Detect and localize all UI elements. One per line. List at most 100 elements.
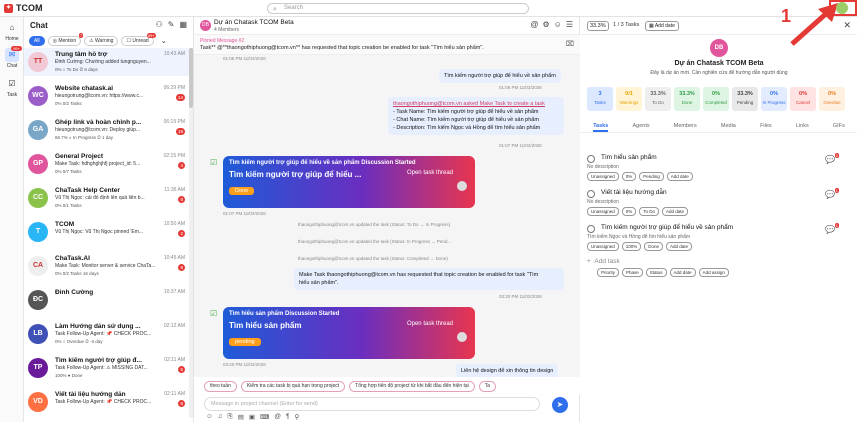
task-tag[interactable]: Pending bbox=[639, 172, 664, 181]
tab-gifs[interactable]: GIFs bbox=[833, 120, 845, 132]
filter-expand-icon[interactable]: ⌄ bbox=[161, 37, 167, 45]
task-chat-icon[interactable]: 💬 2 bbox=[825, 153, 839, 164]
mention-icon[interactable]: @ bbox=[274, 413, 281, 421]
send-button[interactable]: ➤ bbox=[552, 397, 568, 413]
task-tag[interactable]: Add date bbox=[666, 242, 693, 251]
link-icon[interactable]: ⚲ bbox=[295, 413, 300, 421]
list-item[interactable]: CA ChaTask.AI 10:45 AM Make Task: Monitor s… bbox=[24, 252, 193, 280]
stat-tile[interactable]: 0% In Progress bbox=[761, 87, 787, 111]
tab-media[interactable]: Media bbox=[721, 120, 736, 132]
grid-icon[interactable]: ▦ bbox=[179, 20, 187, 29]
open-task-thread-link[interactable]: Open task thread bbox=[407, 170, 453, 176]
task-row[interactable]: Viết tài liệu hướng dẫn No description Una… bbox=[587, 188, 853, 219]
list-item[interactable]: T TCOM 10:50 AM Vũ Thị Ngọc: Vũ Thị Ngọc pi… bbox=[24, 218, 193, 246]
file-icon[interactable]: ▤ bbox=[238, 413, 244, 421]
attach-icon[interactable]: ⎘ bbox=[228, 413, 233, 421]
suggestion-chip[interactable]: theo tuần bbox=[204, 381, 237, 392]
stat-tile[interactable]: 0/1 Warnings bbox=[616, 87, 642, 111]
new-chat-icon[interactable]: ✎ bbox=[168, 20, 175, 29]
task-row[interactable]: Tìm kiếm người trợ giúp để hiểu về sản p… bbox=[587, 223, 853, 254]
suggestion-chip[interactable]: Ta bbox=[478, 381, 497, 392]
filter-warning[interactable]: ⚠ Warning bbox=[84, 36, 119, 46]
tab-agents[interactable]: Agents bbox=[632, 120, 649, 132]
tab-files[interactable]: Files bbox=[760, 120, 772, 132]
add-task-input[interactable]: + Add task bbox=[587, 258, 853, 265]
mic-icon[interactable]: ♫ bbox=[218, 413, 223, 421]
stat-tile[interactable]: 33.3% Done bbox=[674, 87, 700, 111]
status-tag[interactable]: Status bbox=[645, 268, 667, 277]
open-task-thread-link[interactable]: Open task thread bbox=[407, 321, 453, 327]
list-item[interactable]: GA Ghép link và hoàn chỉnh p... 06:19 PM hi… bbox=[24, 116, 193, 144]
task-tag[interactable]: Unassigned bbox=[587, 172, 619, 181]
rail-task[interactable]: ☑ Task bbox=[2, 77, 22, 98]
task-tag[interactable]: 0% bbox=[621, 207, 637, 216]
stat-tile[interactable]: 0% Overdue bbox=[819, 87, 845, 111]
ai-icon[interactable]: ⚙ bbox=[542, 20, 549, 29]
list-item[interactable]: WC Website chatask.ai 06:29 PM hieungotrung… bbox=[24, 82, 193, 110]
chat-list-scrollbar[interactable] bbox=[189, 48, 193, 418]
format-icon[interactable]: ¶ bbox=[286, 413, 290, 421]
gif-icon[interactable]: ▣ bbox=[249, 413, 255, 421]
task-checkbox[interactable] bbox=[587, 190, 595, 198]
stat-tile[interactable]: 3 Tasks bbox=[587, 87, 613, 111]
global-search-input[interactable]: ⌕ Search bbox=[267, 3, 529, 14]
task-discussion-card-2[interactable]: Tìm hiểu sản phẩm Discussion Started Tìm… bbox=[223, 307, 475, 359]
suggestion-chip[interactable]: Tổng hợp tiến độ project từ khi bắt đầu … bbox=[349, 381, 475, 392]
list-item[interactable]: LB Làm Hướng dẫn sử dụng ... 02:12 AM Task … bbox=[24, 320, 193, 348]
project-avatar[interactable]: DB bbox=[200, 20, 211, 31]
user-avatar[interactable] bbox=[836, 2, 848, 14]
close-icon[interactable]: ✕ bbox=[843, 20, 851, 31]
stat-tile[interactable]: 0% Cancel bbox=[790, 87, 816, 111]
stat-tile[interactable]: 33.3% Pending bbox=[732, 87, 758, 111]
bot-icon[interactable]: ☺ bbox=[554, 20, 562, 29]
task-checkbox[interactable] bbox=[587, 225, 595, 233]
conversation-time: 06:29 PM bbox=[163, 85, 185, 91]
filter-unread[interactable]: ☐ Unread 99+ bbox=[121, 33, 156, 46]
add-assign-tag[interactable]: Add assign bbox=[698, 268, 729, 277]
add-date-tag[interactable]: Add date bbox=[669, 268, 696, 277]
task-checkbox[interactable] bbox=[587, 155, 595, 163]
tab-members[interactable]: Members bbox=[674, 120, 697, 132]
list-item[interactable]: GP General Project 02:15 PM Make Task: hdhg… bbox=[24, 150, 193, 178]
task-row[interactable]: Tìm hiểu sản phẩm No description Unassigne… bbox=[587, 153, 853, 184]
message-input[interactable]: Message in project channel (Enter for se… bbox=[204, 397, 540, 411]
task-tag[interactable]: Unassigned bbox=[587, 242, 619, 251]
list-item[interactable]: VD Viết tài liệu hướng dẫn 02:11 AM Task Fo… bbox=[24, 388, 193, 416]
task-tag[interactable]: Done bbox=[644, 242, 664, 251]
emoji-icon[interactable]: ☺ bbox=[206, 413, 213, 421]
task-tag[interactable]: Add date bbox=[662, 207, 689, 216]
stat-tile[interactable]: 33.3% To Do bbox=[645, 87, 671, 111]
suggestion-chip[interactable]: Kiểm tra các task bị quá hạn trong proje… bbox=[240, 381, 346, 392]
task-discussion-card-1[interactable]: Tìm kiếm người trợ giúp để hiểu về sản p… bbox=[223, 156, 475, 208]
priority-tag[interactable]: Priority bbox=[597, 268, 620, 277]
list-item[interactable]: ĐC Đinh Cường 10:37 AM bbox=[24, 286, 193, 314]
list-item[interactable]: TP Tìm kiếm người trợ giúp đ... 02:11 AM Ta… bbox=[24, 354, 193, 382]
chat-list-panel: Chat ⚇ ✎ ▦ All ◎ Mention 7 ⚠ Warning ☐ Un… bbox=[24, 17, 194, 422]
rail-home[interactable]: ⌂ Home bbox=[2, 21, 22, 42]
task-tag[interactable]: Unassigned bbox=[587, 207, 619, 216]
add-user-icon[interactable]: ⚇ bbox=[156, 20, 163, 29]
task-tag[interactable]: Add date bbox=[666, 172, 693, 181]
rail-chat[interactable]: ✉ 99+ Chat bbox=[2, 46, 22, 69]
task-tag[interactable]: 100% bbox=[621, 242, 642, 251]
stat-tile[interactable]: 0% Completed bbox=[703, 87, 729, 111]
task-tag[interactable]: To Do bbox=[639, 207, 660, 216]
task-list-icon[interactable]: ☰ bbox=[566, 20, 573, 29]
add-date-button[interactable]: ▦ Add date bbox=[645, 21, 679, 31]
tab-links[interactable]: Links bbox=[796, 120, 809, 132]
member-count[interactable]: 4 Members bbox=[214, 27, 239, 33]
filter-all[interactable]: All bbox=[29, 36, 45, 46]
conversation-preview: Đinh Cường: Chường added tungnguyen... bbox=[55, 59, 151, 65]
task-chat-icon[interactable]: 💬 1 bbox=[825, 223, 839, 234]
code-icon[interactable]: ⌨ bbox=[260, 413, 269, 421]
filter-mention[interactable]: ◎ Mention 7 bbox=[47, 33, 84, 46]
tab-tasks[interactable]: Tasks bbox=[593, 120, 609, 132]
at-icon[interactable]: @ bbox=[530, 20, 538, 29]
list-item[interactable]: TT Trung tâm hỗ trợ 10:43 AM Đinh Cường: Ch… bbox=[24, 48, 193, 76]
pinned-message[interactable]: Pinned Message #2 Task** @**thaongothiph… bbox=[194, 35, 580, 55]
phase-tag[interactable]: Phase bbox=[622, 268, 643, 277]
list-item[interactable]: CC ChaTask Help Center 11:35 AM Vũ Thị Ngọc… bbox=[24, 184, 193, 212]
unpin-icon[interactable]: ⌧ bbox=[566, 40, 574, 48]
task-tag[interactable]: 0% bbox=[621, 172, 637, 181]
task-chat-icon[interactable]: 💬 1 bbox=[825, 188, 839, 199]
